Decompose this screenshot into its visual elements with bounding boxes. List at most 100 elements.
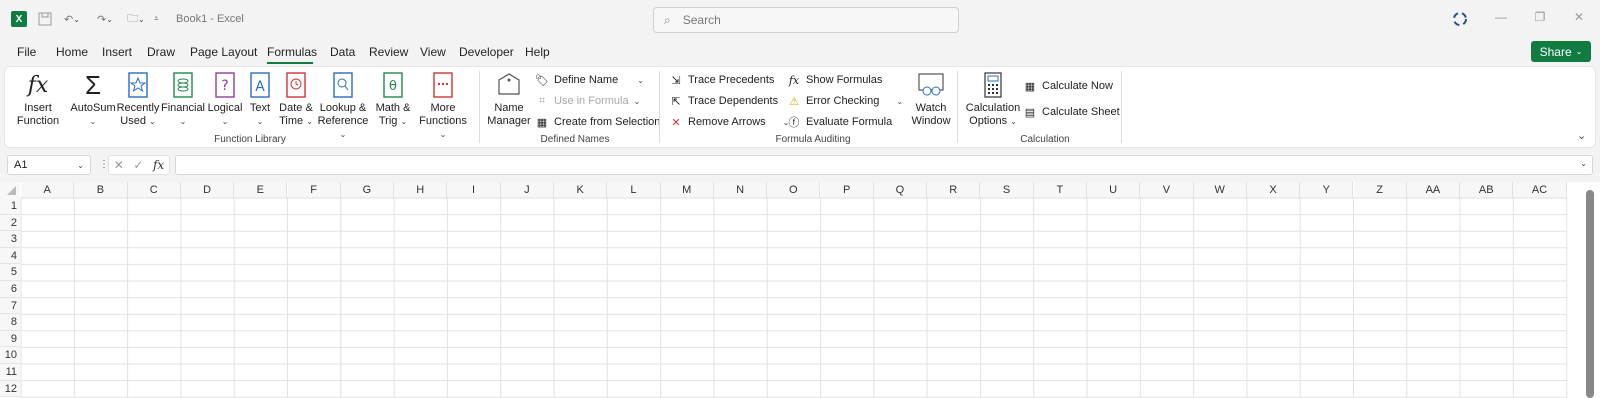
logical-button[interactable]: ? Logical ⌄ bbox=[207, 71, 243, 128]
divider bbox=[659, 71, 660, 143]
evaluate-formula-button[interactable]: ⓕ Evaluate Formula bbox=[787, 115, 893, 129]
recently-used-label-2: Used bbox=[120, 115, 146, 127]
create-from-selection-button[interactable]: ▦ Create from Selection bbox=[535, 115, 661, 129]
date-time-label-2: Time bbox=[279, 115, 304, 127]
math-label-2: Trig bbox=[378, 115, 398, 127]
search-box[interactable]: ⌕ Search bbox=[653, 7, 959, 33]
tab-data[interactable]: Data bbox=[330, 45, 355, 59]
more-book-icon bbox=[429, 71, 457, 99]
show-formulas-icon: fx bbox=[788, 73, 800, 87]
redo-icon[interactable]: ↷ ⌄ bbox=[97, 10, 113, 28]
tab-help[interactable]: Help bbox=[525, 45, 550, 59]
remove-arrows-icon: ✕ bbox=[671, 116, 681, 129]
insert-function-icon[interactable]: fx bbox=[153, 158, 164, 172]
trace-dependents-label: Trace Dependents bbox=[688, 95, 779, 107]
error-checking-button[interactable]: ⚠ Error Checking ⌄ bbox=[787, 94, 903, 108]
collapse-ribbon-button[interactable]: ⌄ bbox=[1577, 129, 1586, 142]
chevron-down-icon: ⌄ bbox=[1577, 130, 1587, 142]
calculate-sheet-label: Calculate Sheet bbox=[1042, 106, 1120, 118]
more-functions-label-1: More bbox=[430, 102, 456, 114]
close-icon[interactable]: ✕ bbox=[1571, 10, 1587, 26]
tab-view[interactable]: View bbox=[420, 45, 446, 59]
text-button[interactable]: A Text ⌄ bbox=[245, 71, 275, 128]
restore-icon[interactable]: ❐ bbox=[1532, 10, 1548, 26]
calculation-group-label: Calculation bbox=[1020, 134, 1070, 145]
name-box[interactable]: A1 ⌄ bbox=[7, 155, 91, 175]
insert-function-label-1: Insert bbox=[24, 102, 52, 114]
evaluate-formula-label: Evaluate Formula bbox=[806, 116, 893, 128]
tab-developer[interactable]: Developer bbox=[459, 45, 514, 59]
minimize-icon[interactable]: — bbox=[1493, 10, 1509, 26]
use-in-formula-button[interactable]: ⌗ Use in Formula ⌄ bbox=[535, 94, 640, 108]
tab-file[interactable]: File bbox=[17, 45, 36, 59]
enter-icon[interactable]: ✓ bbox=[133, 158, 143, 172]
undo-icon[interactable]: ↶ ⌄ bbox=[64, 10, 80, 28]
calculate-now-button[interactable]: ▦ Calculate Now bbox=[1023, 79, 1113, 93]
formula-auditing-group-label: Formula Auditing bbox=[775, 134, 851, 145]
cell-gridlines bbox=[20, 197, 1568, 398]
insert-function-button[interactable]: fx Insert Function bbox=[17, 71, 59, 128]
define-name-button[interactable]: 🏷 Define Name ⌄ bbox=[535, 73, 644, 87]
financial-label: Financial bbox=[160, 102, 206, 114]
function-library-group-label: Function Library bbox=[214, 134, 286, 145]
date-time-label-1: Date & bbox=[279, 102, 313, 114]
tab-page-layout[interactable]: Page Layout bbox=[190, 45, 257, 59]
remove-arrows-button[interactable]: ✕ Remove Arrows ⌄ bbox=[669, 115, 789, 129]
lookup-label-1: Lookup & bbox=[319, 102, 367, 114]
show-formulas-button[interactable]: fx Show Formulas bbox=[787, 73, 883, 87]
trace-precedents-button[interactable]: ⇲ Trace Precedents bbox=[669, 73, 774, 87]
tab-insert[interactable]: Insert bbox=[102, 45, 132, 59]
watch-window-button[interactable]: Watch Window bbox=[911, 71, 951, 128]
search-placeholder: Search bbox=[682, 13, 721, 27]
calculator-small-icon: ▦ bbox=[1024, 80, 1036, 93]
profile-avatar-icon[interactable] bbox=[1450, 10, 1470, 28]
financial-button[interactable]: Financial ⌄ bbox=[161, 71, 205, 128]
open-folder-icon[interactable]: 🗀 ⌄ bbox=[127, 10, 145, 28]
star-book-icon bbox=[124, 71, 152, 99]
tag-formula-icon: ⌗ bbox=[538, 94, 546, 107]
chevron-down-icon: ⌄ bbox=[1575, 47, 1583, 56]
lookup-book-icon bbox=[329, 71, 357, 99]
create-from-selection-label: Create from Selection bbox=[554, 116, 661, 128]
watch-window-label-1: Watch bbox=[915, 102, 947, 114]
trace-precedents-label: Trace Precedents bbox=[688, 74, 775, 86]
trace-dependents-button[interactable]: ⇱ Trace Dependents bbox=[669, 94, 778, 108]
calculation-options-button[interactable]: Calculation Options ⌄ bbox=[965, 71, 1021, 128]
date-time-button[interactable]: Date & Time ⌄ bbox=[277, 71, 315, 128]
calculator-icon bbox=[979, 71, 1007, 99]
tab-draw[interactable]: Draw bbox=[147, 45, 175, 59]
chevron-down-icon: ⌄ bbox=[77, 160, 84, 170]
tab-review[interactable]: Review bbox=[369, 45, 408, 59]
autosum-button[interactable]: Σ AutoSum ⌄ bbox=[70, 69, 115, 128]
more-functions-label-2: Functions bbox=[419, 115, 467, 127]
name-manager-button[interactable]: Name Manager bbox=[487, 71, 531, 128]
share-label: Share bbox=[1539, 44, 1572, 59]
calculate-sheet-button[interactable]: ▤ Calculate Sheet bbox=[1023, 105, 1120, 119]
name-manager-label-2: Manager bbox=[487, 115, 531, 127]
recently-used-button[interactable]: Recently Used ⌄ bbox=[117, 71, 159, 128]
divider bbox=[1121, 71, 1122, 143]
search-icon: ⌕ bbox=[664, 12, 671, 27]
lookup-reference-button[interactable]: Lookup & Reference ⌄ bbox=[317, 71, 369, 141]
tab-home[interactable]: Home bbox=[56, 45, 88, 59]
cancel-icon[interactable]: ✕ bbox=[114, 158, 124, 172]
customize-qat-icon[interactable]: ⩡ bbox=[154, 10, 159, 28]
error-checking-label: Error Checking bbox=[806, 95, 880, 107]
formula-input[interactable]: ⌄ bbox=[175, 155, 1593, 175]
theta-book-icon: θ bbox=[379, 71, 407, 99]
more-functions-button[interactable]: More Functions ⌄ bbox=[417, 71, 469, 141]
share-button[interactable]: Share ⌄ bbox=[1531, 41, 1591, 62]
svg-text:?: ? bbox=[221, 78, 228, 94]
autosave-save-icon[interactable] bbox=[38, 10, 52, 28]
tab-formulas[interactable]: Formulas bbox=[267, 45, 317, 59]
fx-icon: fx bbox=[27, 72, 49, 98]
define-name-label: Define Name bbox=[554, 74, 619, 86]
vertical-scrollbar[interactable] bbox=[1586, 190, 1594, 398]
name-manager-icon bbox=[495, 71, 523, 99]
document-title: Book1 - Excel bbox=[176, 13, 244, 25]
sigma-icon: Σ bbox=[84, 69, 102, 100]
clock-book-icon bbox=[282, 71, 310, 99]
worksheet-grid[interactable]: A B C D E F G H I J K L M N O P Q R S T U V W X Y Z AA AB AC 1234567… bbox=[0, 182, 1600, 398]
use-in-formula-label: Use in Formula bbox=[554, 95, 629, 107]
math-trig-button[interactable]: θ Math & Trig ⌄ bbox=[373, 71, 413, 128]
